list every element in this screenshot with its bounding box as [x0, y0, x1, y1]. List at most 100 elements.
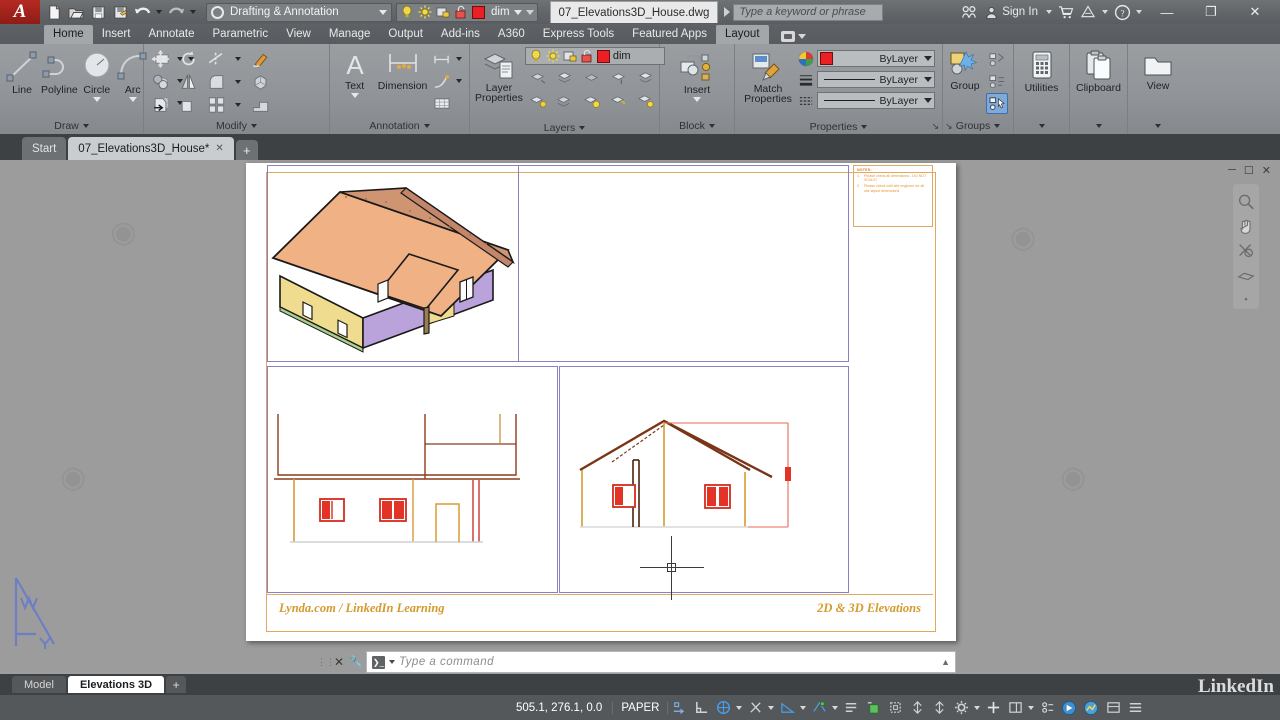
- groups-dialog-launcher[interactable]: ↘: [945, 121, 953, 132]
- title-block[interactable]: Lynda.com / LinkedIn Learning 2D & 3D El…: [267, 594, 933, 622]
- chevron-down-icon[interactable]: [379, 9, 387, 15]
- viewport-minimize-icon[interactable]: ─: [1228, 164, 1236, 177]
- polyline-tool[interactable]: Polyline: [41, 47, 78, 115]
- multileader-icon[interactable]: [431, 49, 453, 70]
- group-tool[interactable]: Group: [946, 47, 984, 115]
- leader-icon[interactable]: [431, 71, 453, 92]
- model-paper-toggle[interactable]: PAPER: [612, 701, 669, 714]
- ribbon-tab-view[interactable]: View: [277, 25, 320, 44]
- multileader-caret[interactable]: [454, 49, 464, 70]
- layer-properties-tool[interactable]: Layer Properties: [475, 47, 523, 119]
- panel-clipboard-caret[interactable]: [1095, 124, 1102, 128]
- drawing-canvas[interactable]: ◉ ◉ ◉ ◉ NOTES: 1. Please check all dimen…: [0, 160, 1280, 672]
- isolate-objects-icon[interactable]: [928, 695, 950, 720]
- properties-dialog-launcher[interactable]: ↘: [931, 121, 939, 132]
- grid-caret[interactable]: [734, 695, 744, 720]
- panel-block-title[interactable]: Block: [660, 118, 734, 134]
- command-expand-icon[interactable]: ▲: [941, 657, 950, 667]
- viewport-3d-isometric[interactable]: [267, 165, 519, 362]
- group-edit-icon[interactable]: [986, 71, 1008, 92]
- layer-state-icon[interactable]: [635, 90, 657, 111]
- snap-mode-icon[interactable]: [690, 695, 712, 720]
- panel-properties-title[interactable]: Properties ↘: [735, 120, 942, 134]
- object-color-caret[interactable]: [924, 56, 932, 61]
- ungroup-icon[interactable]: [986, 49, 1008, 70]
- panel-draw-caret[interactable]: [82, 124, 89, 128]
- panel-modify-caret[interactable]: [250, 124, 257, 128]
- lineweight-dropdown[interactable]: ByLayer: [817, 71, 935, 88]
- ribbon-tab-addins[interactable]: Add-ins: [432, 25, 489, 44]
- layer-thaw-icon[interactable]: [554, 90, 576, 111]
- layer-on-icon[interactable]: [527, 90, 549, 111]
- viewport-front-elevation[interactable]: [267, 366, 558, 593]
- annotation-monitor-icon[interactable]: [906, 695, 928, 720]
- panel-annotation-title[interactable]: Annotation: [330, 118, 469, 134]
- sign-in-caret[interactable]: [1044, 2, 1054, 23]
- layout-tab-model[interactable]: Model: [12, 676, 66, 693]
- ortho-mode-icon[interactable]: [744, 695, 766, 720]
- table-icon[interactable]: [431, 93, 453, 114]
- circle-dropdown-caret[interactable]: [92, 97, 101, 102]
- gear-caret[interactable]: [972, 695, 982, 720]
- line-tool[interactable]: Line: [5, 47, 39, 115]
- workspace-switch-icon[interactable]: [1102, 695, 1124, 720]
- customization-icon[interactable]: [1036, 695, 1058, 720]
- new-file-tab-button[interactable]: +: [235, 140, 258, 160]
- close-icon[interactable]: ✕: [332, 655, 346, 669]
- undo-dropdown-caret[interactable]: [154, 2, 164, 23]
- osnap-caret[interactable]: [830, 695, 840, 720]
- sign-in-button[interactable]: Sign In: [981, 6, 1042, 19]
- trim-icon[interactable]: [205, 48, 227, 69]
- layout-tab-elevations-3d[interactable]: Elevations 3D: [67, 676, 165, 693]
- hardware-accel-icon[interactable]: [1058, 695, 1080, 720]
- command-line-grip[interactable]: ⋮⋮: [317, 653, 335, 671]
- insert-block-tool[interactable]: Insert: [672, 47, 722, 115]
- ribbon-tab-a360[interactable]: A360: [489, 25, 534, 44]
- object-color-dropdown[interactable]: ByLayer: [817, 50, 935, 67]
- autodesk-a360-icon[interactable]: [1078, 2, 1098, 22]
- rotate-icon[interactable]: [177, 48, 199, 69]
- help-caret[interactable]: [1134, 2, 1144, 23]
- panel-utilities-title[interactable]: [1014, 118, 1069, 134]
- search-expand-icon[interactable]: [724, 7, 731, 17]
- layer-merge-icon[interactable]: [635, 67, 657, 88]
- linetype-caret[interactable]: [924, 98, 932, 103]
- notes-block[interactable]: NOTES: 1. Please check all dimensions - …: [853, 165, 933, 227]
- panel-view-caret[interactable]: [1155, 124, 1161, 128]
- polar-caret[interactable]: [798, 695, 808, 720]
- extrude-icon[interactable]: [249, 94, 271, 115]
- leader-caret[interactable]: [454, 71, 464, 92]
- viewport-close-icon[interactable]: ✕: [1262, 164, 1271, 177]
- orbit-icon[interactable]: [1236, 241, 1256, 259]
- ribbon-tab-home[interactable]: Home: [44, 25, 93, 44]
- panel-groups-caret[interactable]: [994, 124, 1001, 128]
- layer-lock-tool-icon[interactable]: [608, 67, 630, 88]
- window-restore-button[interactable]: ❐: [1190, 0, 1232, 24]
- add-scale-icon[interactable]: [982, 695, 1004, 720]
- help-search[interactable]: Type a keyword or phrase: [724, 3, 884, 21]
- panel-modify-title[interactable]: Modify: [144, 118, 329, 134]
- layer-unlock-tool-icon[interactable]: [608, 90, 630, 111]
- save-file-icon[interactable]: [88, 2, 108, 22]
- showmotion-icon[interactable]: [1236, 290, 1256, 308]
- clean-screen-icon[interactable]: [1080, 695, 1102, 720]
- ortho-caret[interactable]: [766, 695, 776, 720]
- undo-icon[interactable]: [132, 2, 152, 22]
- annotation-scale-icon[interactable]: [862, 695, 884, 720]
- workspace-switcher[interactable]: Drafting & Annotation: [206, 2, 392, 22]
- dimension-tool[interactable]: Dimension: [376, 47, 429, 115]
- share-view-icon[interactable]: [959, 2, 979, 22]
- file-tab-start[interactable]: Start: [22, 137, 67, 160]
- quickprop-icon[interactable]: [1124, 695, 1146, 720]
- window-close-button[interactable]: ✕: [1234, 0, 1276, 24]
- layer-off-icon[interactable]: [581, 67, 603, 88]
- gear-icon[interactable]: [950, 695, 972, 720]
- search-input[interactable]: Type a keyword or phrase: [733, 3, 884, 21]
- trim-caret[interactable]: [233, 48, 243, 69]
- application-menu-button[interactable]: A: [0, 0, 40, 24]
- ribbon-tab-featured-apps[interactable]: Featured Apps: [623, 25, 716, 44]
- text-tool[interactable]: A Text: [335, 47, 374, 115]
- layer-freeze-icon[interactable]: [554, 67, 576, 88]
- steeringwheel-icon[interactable]: [1236, 266, 1256, 284]
- fillet-icon[interactable]: [205, 71, 227, 92]
